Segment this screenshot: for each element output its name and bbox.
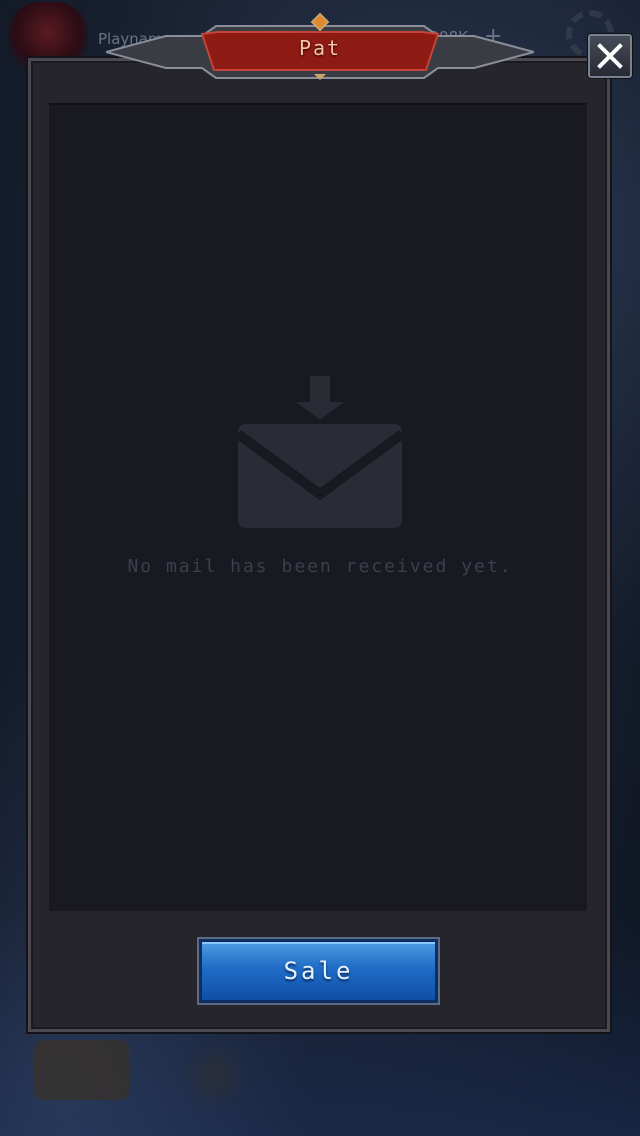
sale-button[interactable]: Sale [199,939,438,1003]
backpack-image [34,1040,130,1100]
mail-download-icon [238,376,402,528]
sale-button-label: Sale [283,957,354,985]
figure-image [180,1040,250,1110]
dialog-title: Pat [298,36,342,60]
empty-mail-message: No mail has been received yet. [127,556,513,577]
close-icon [597,43,623,69]
close-button[interactable] [588,34,632,78]
